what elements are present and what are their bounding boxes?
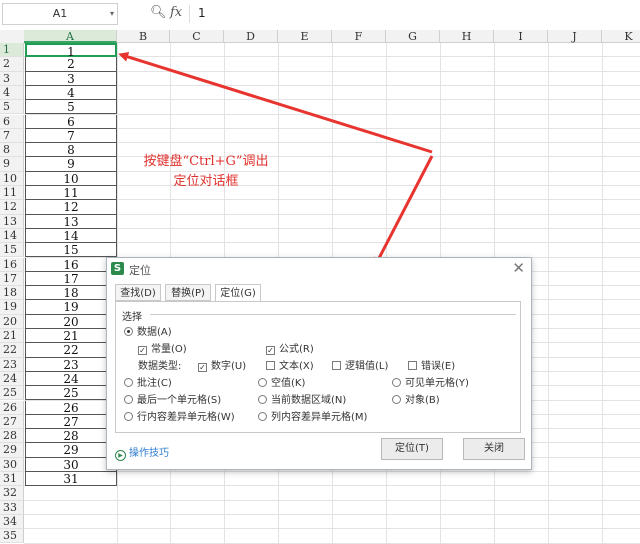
- radio-selected-icon: [124, 327, 133, 336]
- goto-panel: 选择 数据(A) ✓ 常量(O) ✓ 公式(R) 数据类型: ✓ 数字(U) 文本(X…: [115, 301, 521, 433]
- grid-row-line: [24, 542, 640, 544]
- close-button[interactable]: 关闭: [463, 438, 525, 460]
- check-constant-label: 常量(O): [151, 344, 187, 355]
- radio-current-region[interactable]: 当前数据区域(N): [258, 394, 346, 407]
- radio-icon: [124, 395, 133, 404]
- radio-comment[interactable]: 批注(C): [124, 377, 172, 390]
- section-label: 选择: [122, 312, 142, 323]
- check-text[interactable]: 文本(X): [266, 360, 314, 373]
- radio-current-region-label: 当前数据区域(N): [271, 395, 347, 406]
- check-error[interactable]: 错误(E): [408, 360, 455, 373]
- tab-find[interactable]: 查找(D): [115, 284, 161, 301]
- radio-row-diff[interactable]: 行内容差异单元格(W): [124, 411, 235, 424]
- radio-blank[interactable]: 空值(K): [258, 377, 305, 390]
- play-icon: ▶: [115, 450, 126, 461]
- check-logical-label: 逻辑值(L): [345, 361, 389, 372]
- radio-visible[interactable]: 可见单元格(Y): [392, 377, 469, 390]
- radio-last-cell-label: 最后一个单元格(S): [137, 395, 222, 406]
- radio-icon: [392, 395, 401, 404]
- dialog-title: 定位: [129, 264, 151, 277]
- radio-comment-label: 批注(C): [137, 378, 172, 389]
- tab-replace[interactable]: 替换(P): [165, 284, 211, 301]
- section-divider: [150, 314, 516, 315]
- checkbox-icon: [266, 361, 275, 370]
- radio-object-label: 对象(B): [405, 395, 440, 406]
- dialog-title-bar[interactable]: S 定位 ✕: [107, 258, 531, 280]
- radio-blank-label: 空值(K): [271, 378, 306, 389]
- wps-logo-icon: S: [111, 262, 124, 275]
- data-type-label: 数据类型:: [138, 361, 182, 372]
- checkbox-checked-icon: ✓: [198, 363, 207, 372]
- close-icon[interactable]: ✕: [512, 259, 525, 277]
- arrow-to-cell: [118, 52, 433, 154]
- radio-icon: [392, 378, 401, 387]
- check-number[interactable]: ✓ 数字(U): [198, 360, 246, 373]
- radio-visible-label: 可见单元格(Y): [405, 378, 469, 389]
- help-link[interactable]: ▶ 操作技巧: [115, 444, 169, 461]
- annotation-line-2: 定位对话框: [173, 174, 239, 189]
- check-number-label: 数字(U): [211, 361, 247, 372]
- check-logical[interactable]: 逻辑值(L): [332, 360, 388, 373]
- arrow-to-dialog: [374, 155, 434, 268]
- check-error-label: 错误(E): [421, 361, 456, 372]
- radio-icon: [124, 412, 133, 421]
- radio-icon: [124, 378, 133, 387]
- radio-data-label: 数据(A): [137, 327, 172, 338]
- radio-col-diff-label: 列内容差异单元格(M): [271, 412, 368, 423]
- radio-icon: [258, 412, 267, 421]
- tab-goto[interactable]: 定位(G): [215, 284, 261, 302]
- radio-icon: [258, 378, 267, 387]
- radio-object[interactable]: 对象(B): [392, 394, 440, 407]
- check-text-label: 文本(X): [279, 361, 314, 372]
- annotation-text: 按键盘“Ctrl+G”调出 定位对话框: [120, 152, 292, 192]
- help-link-label: 操作技巧: [129, 448, 169, 459]
- radio-row-diff-label: 行内容差异单元格(W): [137, 412, 235, 423]
- checkbox-icon: [408, 361, 417, 370]
- goto-dialog: S 定位 ✕ 查找(D) 替换(P) 定位(G) 选择 数据(A) ✓ 常量(O)…: [106, 257, 532, 470]
- locate-button[interactable]: 定位(T): [381, 438, 443, 460]
- radio-icon: [258, 395, 267, 404]
- radio-last-cell[interactable]: 最后一个单元格(S): [124, 394, 221, 407]
- checkbox-icon: [332, 361, 341, 370]
- check-formula[interactable]: ✓ 公式(R): [266, 343, 314, 356]
- checkbox-checked-icon: ✓: [266, 346, 275, 355]
- check-constant[interactable]: ✓ 常量(O): [138, 343, 187, 356]
- check-formula-label: 公式(R): [279, 344, 314, 355]
- radio-col-diff[interactable]: 列内容差异单元格(M): [258, 411, 367, 424]
- annotation-line-1: 按键盘“Ctrl+G”调出: [143, 154, 269, 169]
- radio-data[interactable]: 数据(A): [124, 326, 172, 339]
- checkbox-checked-icon: ✓: [138, 346, 147, 355]
